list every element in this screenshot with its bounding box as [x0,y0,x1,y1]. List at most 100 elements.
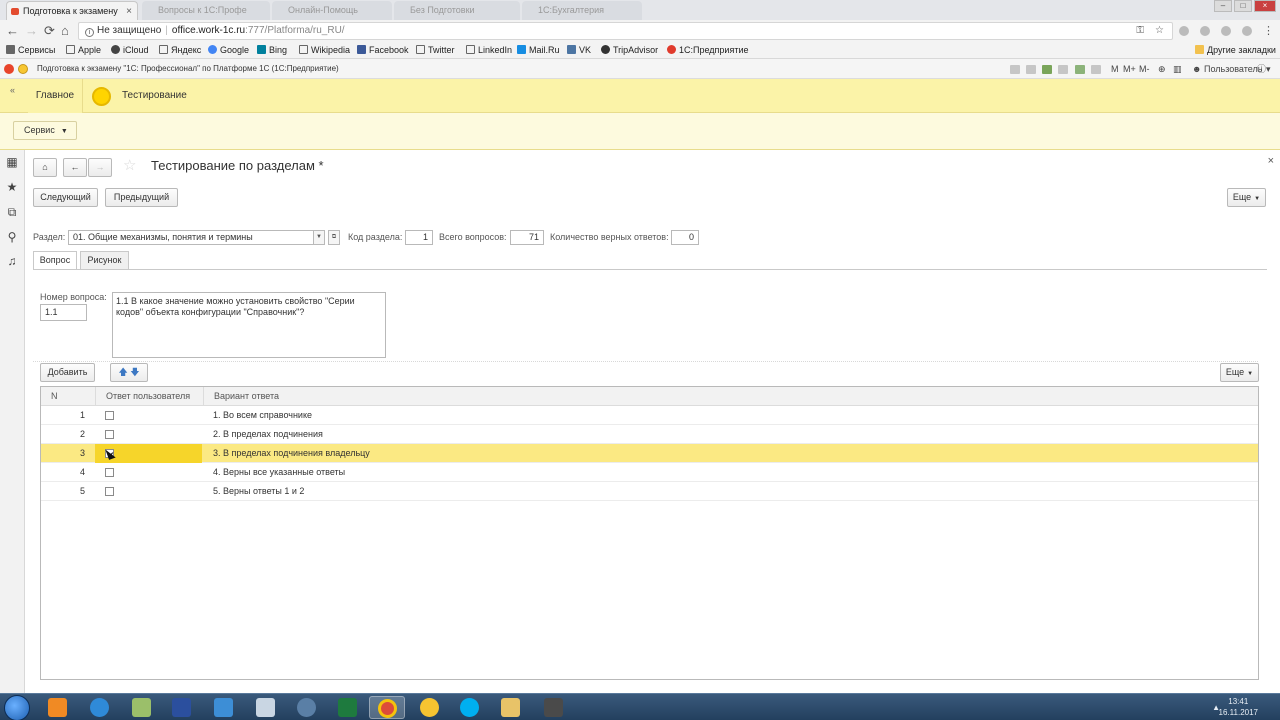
main-menu-icon[interactable] [18,64,28,74]
calendar-icon[interactable] [1091,65,1101,74]
close-form-icon[interactable]: × [1268,155,1274,167]
panels-icon[interactable]: ▥ [1173,59,1182,79]
bookmark-icloud[interactable]: iCloud [111,44,149,57]
bookmark-mailru[interactable]: Mail.Ru [517,44,560,57]
answer-checkbox[interactable] [105,468,114,477]
table-row-selected[interactable]: 3 ✔ 3. В пределах подчинения владельцу [41,444,1258,463]
memory-minus-button[interactable]: M- [1139,59,1150,79]
code-field[interactable]: 1 [405,230,433,245]
extension-icon[interactable] [1200,26,1210,36]
bookmark-1c[interactable]: 1С:Предприятие [667,44,748,57]
service-menu-button[interactable]: Сервис ▼ [13,121,77,140]
bookmark-tripadvisor[interactable]: TripAdvisor [601,44,658,57]
next-button[interactable]: Следующий [33,188,98,207]
save-icon[interactable] [1010,65,1020,74]
memory-button[interactable]: M [1111,59,1119,79]
print-icon[interactable] [1026,65,1036,74]
forward-icon[interactable]: → [25,23,38,39]
back-button[interactable]: ← [63,158,87,177]
bookmark-wikipedia[interactable]: Wikipedia [299,44,350,57]
taskbar-explorer[interactable] [206,696,242,719]
taskbar-floppy[interactable] [164,696,200,719]
table-row[interactable]: 4 4. Верны все указанные ответы [41,463,1258,482]
total-field[interactable]: 71 [510,230,544,245]
apps-grid-icon[interactable]: ▦ [5,155,19,169]
bookmark-yandex[interactable]: Яндекс [159,44,201,57]
taskbar-archive[interactable] [536,696,572,719]
close-tab-icon[interactable]: × [126,2,132,20]
back-icon[interactable]: ← [6,23,19,39]
system-clock[interactable]: 13:41 16.11.2017 [1219,696,1258,718]
favorite-star-icon[interactable]: ☆ [123,156,136,174]
move-up-icon[interactable]: 🡅 [118,367,127,377]
bookmark-linkedin[interactable]: LinkedIn [466,44,512,57]
upload-icon[interactable] [1042,65,1052,74]
add-button[interactable]: Добавить [40,363,95,382]
question-number-field[interactable]: 1.1 [40,304,87,321]
forward-button[interactable]: → [88,158,112,177]
bookmark-star-icon[interactable]: ☆ [1155,23,1164,39]
info-icon[interactable]: i [85,28,94,37]
close-window-icon[interactable]: × [1254,0,1276,12]
column-header-n[interactable]: N [51,387,58,405]
bookmark-bing[interactable]: Bing [257,44,287,57]
taskbar-media-player[interactable] [40,696,76,719]
search-icon[interactable]: ⚲ [5,230,19,244]
other-bookmarks[interactable]: Другие закладки [1195,44,1276,57]
taskbar-app[interactable] [289,696,325,719]
tab-question[interactable]: Вопрос [33,251,77,270]
answer-checkbox[interactable] [105,411,114,420]
taskbar-notes[interactable] [124,696,160,719]
browser-tab-active[interactable]: Подготовка к экзамену × [6,1,138,20]
dropdown-icon[interactable]: ▼ [313,230,325,245]
minimize-icon[interactable]: – [1214,0,1232,12]
memory-plus-button[interactable]: M+ [1123,59,1136,79]
section-input[interactable]: 01. Общие механизмы, понятия и термины [68,230,320,245]
taskbar-chrome[interactable] [369,696,405,719]
tab-picture[interactable]: Рисунок [80,251,129,270]
key-icon[interactable]: ⚿ [1136,23,1144,39]
move-down-icon[interactable]: 🡇 [130,367,139,377]
browser-tab[interactable]: Онлайн-Помощь [272,1,392,20]
favorites-star-icon[interactable]: ★ [5,180,19,194]
table-row[interactable]: 5 5. Верны ответы 1 и 2 [41,482,1258,501]
answer-checkbox[interactable] [105,487,114,496]
browser-tab[interactable]: Без Подготовки [394,1,520,20]
column-header-answer-variant[interactable]: Вариант ответа [203,387,279,405]
column-header-user-answer[interactable]: Ответ пользователя [95,387,202,405]
bell-icon[interactable]: ♫ [5,254,19,268]
bookmark-apple[interactable]: Apple [66,44,101,57]
previous-button[interactable]: Предыдущий [105,188,178,207]
url-input[interactable]: i Не защищено | office.work-1c.ru:777/Platf… [78,22,1173,40]
browser-tab[interactable]: 1С:Бухгалтерия [522,1,642,20]
extension-icon[interactable] [1179,26,1189,36]
table-row[interactable]: 2 2. В пределах подчинения [41,425,1258,444]
answer-checkbox[interactable] [105,430,114,439]
browser-tab[interactable]: Вопросы к 1С:Профе [142,1,270,20]
extension-icon[interactable] [1242,26,1252,36]
spreadsheet-icon[interactable] [1075,65,1085,74]
help-icon[interactable]: ⓘ▾ [1257,59,1271,79]
bookmark-vk[interactable]: VK [567,44,591,57]
reload-icon[interactable]: ⟳ [44,23,55,39]
zoom-icon[interactable]: ⊕ [1158,59,1166,79]
user-menu[interactable]: ☻ Пользователь [1192,59,1262,79]
print-preview-icon[interactable] [1058,65,1068,74]
open-link-icon[interactable]: ⧉ [328,230,340,245]
table-more-button[interactable]: Еще ▼ [1220,363,1259,382]
table-row[interactable]: 1 1. Во всем справочнике [41,406,1258,425]
taskbar-folder[interactable] [493,696,529,719]
extension-icon[interactable] [1221,26,1231,36]
home-button[interactable]: ⌂ [33,158,57,177]
home-icon[interactable]: ⌂ [61,23,69,39]
collapse-icon[interactable]: « [10,85,15,95]
bookmark-twitter[interactable]: Twitter [416,44,455,57]
bookmark-google[interactable]: Google [208,44,249,57]
bookmark-apps[interactable]: Сервисы [6,44,55,57]
start-button[interactable] [4,695,30,720]
history-icon[interactable]: ⧉ [5,205,19,219]
section-testing[interactable]: Тестирование [84,79,1280,113]
section-main[interactable]: Главное [28,79,83,113]
bookmark-facebook[interactable]: Facebook [357,44,409,57]
more-button[interactable]: Еще ▼ [1227,188,1266,207]
